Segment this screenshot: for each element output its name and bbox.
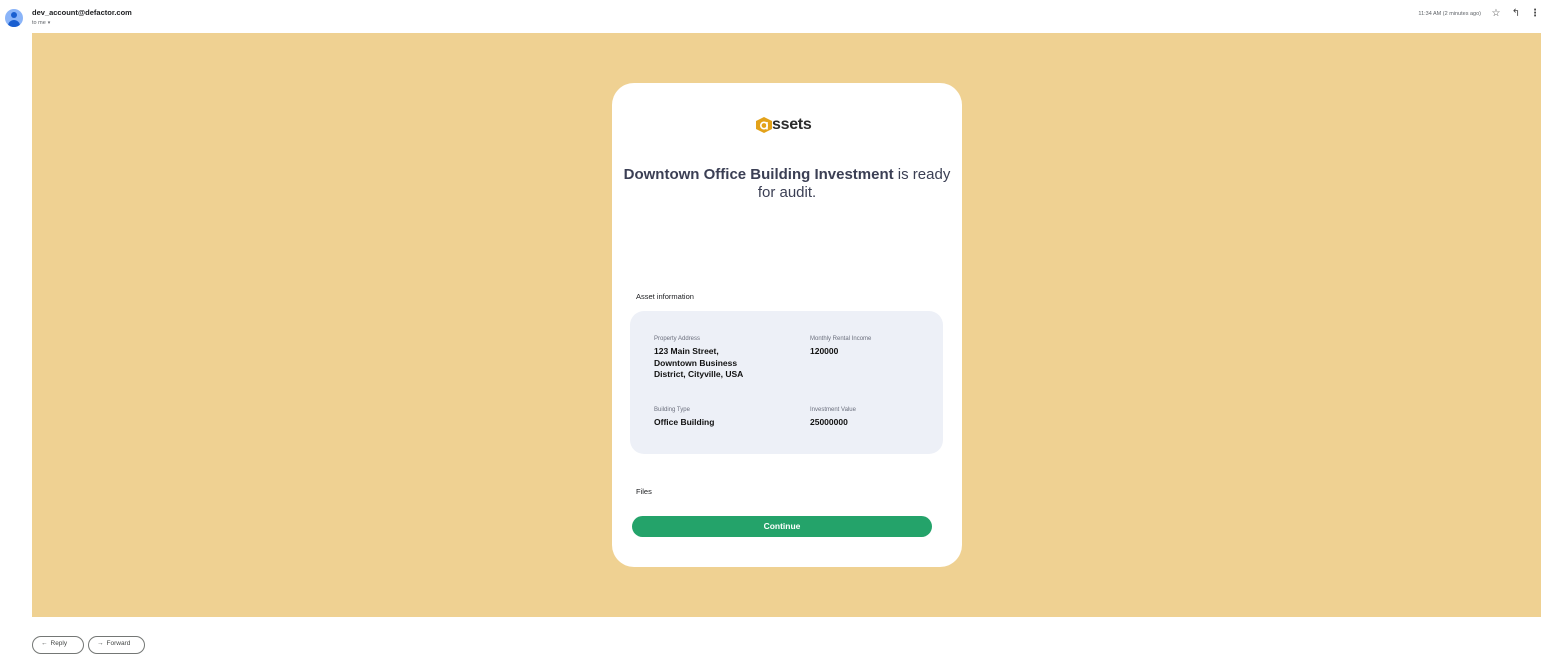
field-label: Monthly Rental Income xyxy=(810,336,872,342)
headline: Downtown Office Building Investment is r… xyxy=(620,166,954,202)
property-address-field: Property Address 123 Main Street, Downto… xyxy=(654,336,764,381)
monthly-rental-income-field: Monthly Rental Income 120000 xyxy=(810,336,930,358)
forward-button[interactable]: → Forward xyxy=(88,636,145,654)
building-type-field: Building Type Office Building xyxy=(654,407,774,429)
asset-name: Downtown Office Building Investment xyxy=(623,166,894,183)
field-label: Property Address xyxy=(654,336,701,342)
asset-info-box: Property Address 123 Main Street, Downto… xyxy=(630,311,943,454)
field-value: 120000 xyxy=(810,346,839,356)
reply-button[interactable]: ← Reply xyxy=(32,636,84,654)
recipient-label: to me xyxy=(32,20,46,26)
person-avatar-icon[interactable] xyxy=(5,9,23,27)
reply-icon[interactable]: ↰ xyxy=(1510,8,1522,20)
asset-information-label: Asset information xyxy=(636,292,694,301)
timestamp: 11:34 AM (2 minutes ago) xyxy=(1418,11,1481,17)
files-label: Files xyxy=(636,487,652,496)
field-value: Office Building xyxy=(654,417,715,427)
notification-card: ssets Downtown Office Building Investmen… xyxy=(612,83,962,567)
email-body: ssets Downtown Office Building Investmen… xyxy=(32,33,1541,617)
more-vertical-icon[interactable]: ⋮ xyxy=(1529,8,1541,20)
assets-logo-mark-icon xyxy=(756,117,772,133)
star-icon[interactable]: ☆ xyxy=(1490,8,1502,20)
continue-button[interactable]: Continue xyxy=(632,516,932,537)
reply-arrow-icon: ← xyxy=(41,640,48,647)
sender-address: dev_account@defactor.com xyxy=(32,8,132,17)
field-value: 123 Main Street, Downtown Business Distr… xyxy=(654,346,744,379)
assets-logo: ssets xyxy=(755,114,812,136)
forward-arrow-icon: → xyxy=(97,640,104,647)
reply-label: Reply xyxy=(50,640,68,647)
field-label: Investment Value xyxy=(810,407,856,413)
investment-value-field: Investment Value 25000000 xyxy=(810,407,930,429)
email-header: dev_account@defactor.com to me ▾ 11:34 AM… xyxy=(0,0,1555,33)
forward-label: Forward xyxy=(106,640,131,647)
field-value: 25000000 xyxy=(810,417,848,427)
caret-down-icon: ▾ xyxy=(47,20,51,26)
logo-text: ssets xyxy=(772,116,812,133)
field-label: Building Type xyxy=(654,407,690,413)
recipient-dropdown[interactable]: to me ▾ xyxy=(32,20,50,26)
